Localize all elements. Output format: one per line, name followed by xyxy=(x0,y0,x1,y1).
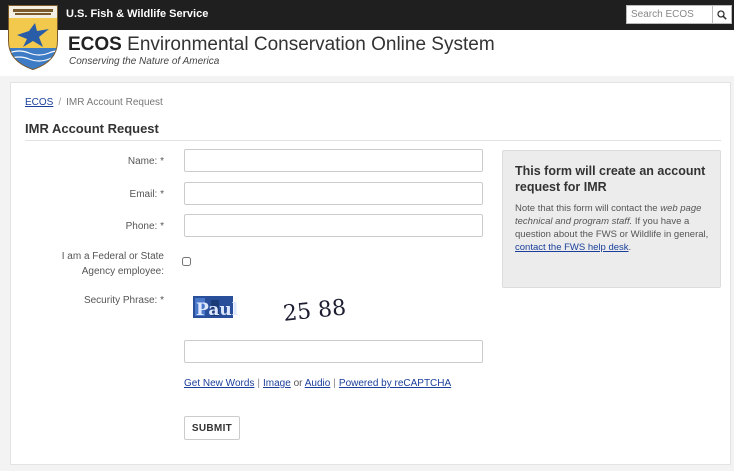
captcha-word-1: Paul xyxy=(196,300,239,320)
search-icon xyxy=(717,9,727,20)
name-label: Name: * xyxy=(127,156,164,167)
info-text: Note that this form will contact the web… xyxy=(515,202,710,254)
name-input[interactable] xyxy=(184,149,483,172)
search-form xyxy=(626,5,732,24)
info-panel: This form will create an account request… xyxy=(502,150,721,288)
page-title: IMR Account Request xyxy=(25,121,159,136)
fws-shield-logo-icon[interactable] xyxy=(5,3,61,71)
info-heading: This form will create an account request… xyxy=(515,164,706,194)
title-divider xyxy=(25,140,721,141)
recaptcha-links: Get New Words | Image or Audio | Powered by … xyxy=(184,378,451,389)
security-phrase-label: Security Phrase: * xyxy=(83,295,164,306)
site-title[interactable]: ECOS Environmental Conservation Online S… xyxy=(68,34,495,56)
site-name: Environmental Conservation Online System xyxy=(127,34,495,55)
info-text-part-4: . xyxy=(628,242,632,253)
get-new-words-link[interactable]: Get New Words xyxy=(184,378,254,389)
breadcrumb-separator: / xyxy=(58,97,62,108)
email-input[interactable] xyxy=(184,182,483,205)
info-text-part-1: Note that this form will contact the xyxy=(515,203,661,214)
top-bar: U.S. Fish & Wildlife Service xyxy=(0,0,734,30)
breadcrumb-current: IMR Account Request xyxy=(66,97,163,108)
link-separator-2: | xyxy=(333,378,336,389)
search-button[interactable] xyxy=(712,5,732,24)
image-link[interactable]: Image xyxy=(263,378,291,389)
agency-employee-label: I am a Federal or State Agency employee: xyxy=(61,251,164,277)
phone-label: Phone: * xyxy=(125,221,164,232)
site-abbr: ECOS xyxy=(68,34,122,55)
or-text: or xyxy=(293,378,303,389)
security-phrase-input[interactable] xyxy=(184,340,483,363)
submit-button[interactable]: SUBMIT xyxy=(184,416,240,440)
phone-input[interactable] xyxy=(184,214,483,237)
breadcrumb-home-link[interactable]: ECOS xyxy=(25,97,53,108)
breadcrumb: ECOS / IMR Account Request xyxy=(25,97,163,108)
search-input[interactable] xyxy=(626,5,712,24)
agency-name[interactable]: U.S. Fish & Wildlife Service xyxy=(66,8,208,20)
content-card: ECOS / IMR Account Request IMR Account Req… xyxy=(10,82,731,465)
site-tagline: Conserving the Nature of America xyxy=(69,56,220,67)
agency-employee-checkbox[interactable] xyxy=(182,257,191,266)
email-label: Email: * xyxy=(129,189,164,200)
captcha-image: Paul 25 88 xyxy=(193,295,347,327)
audio-link[interactable]: Audio xyxy=(305,378,331,389)
fws-help-desk-link[interactable]: contact the FWS help desk xyxy=(515,242,629,253)
link-separator-1: | xyxy=(257,378,260,389)
captcha-word-2: 25 88 xyxy=(282,295,347,326)
powered-by-recaptcha-link[interactable]: Powered by reCAPTCHA xyxy=(339,378,451,389)
